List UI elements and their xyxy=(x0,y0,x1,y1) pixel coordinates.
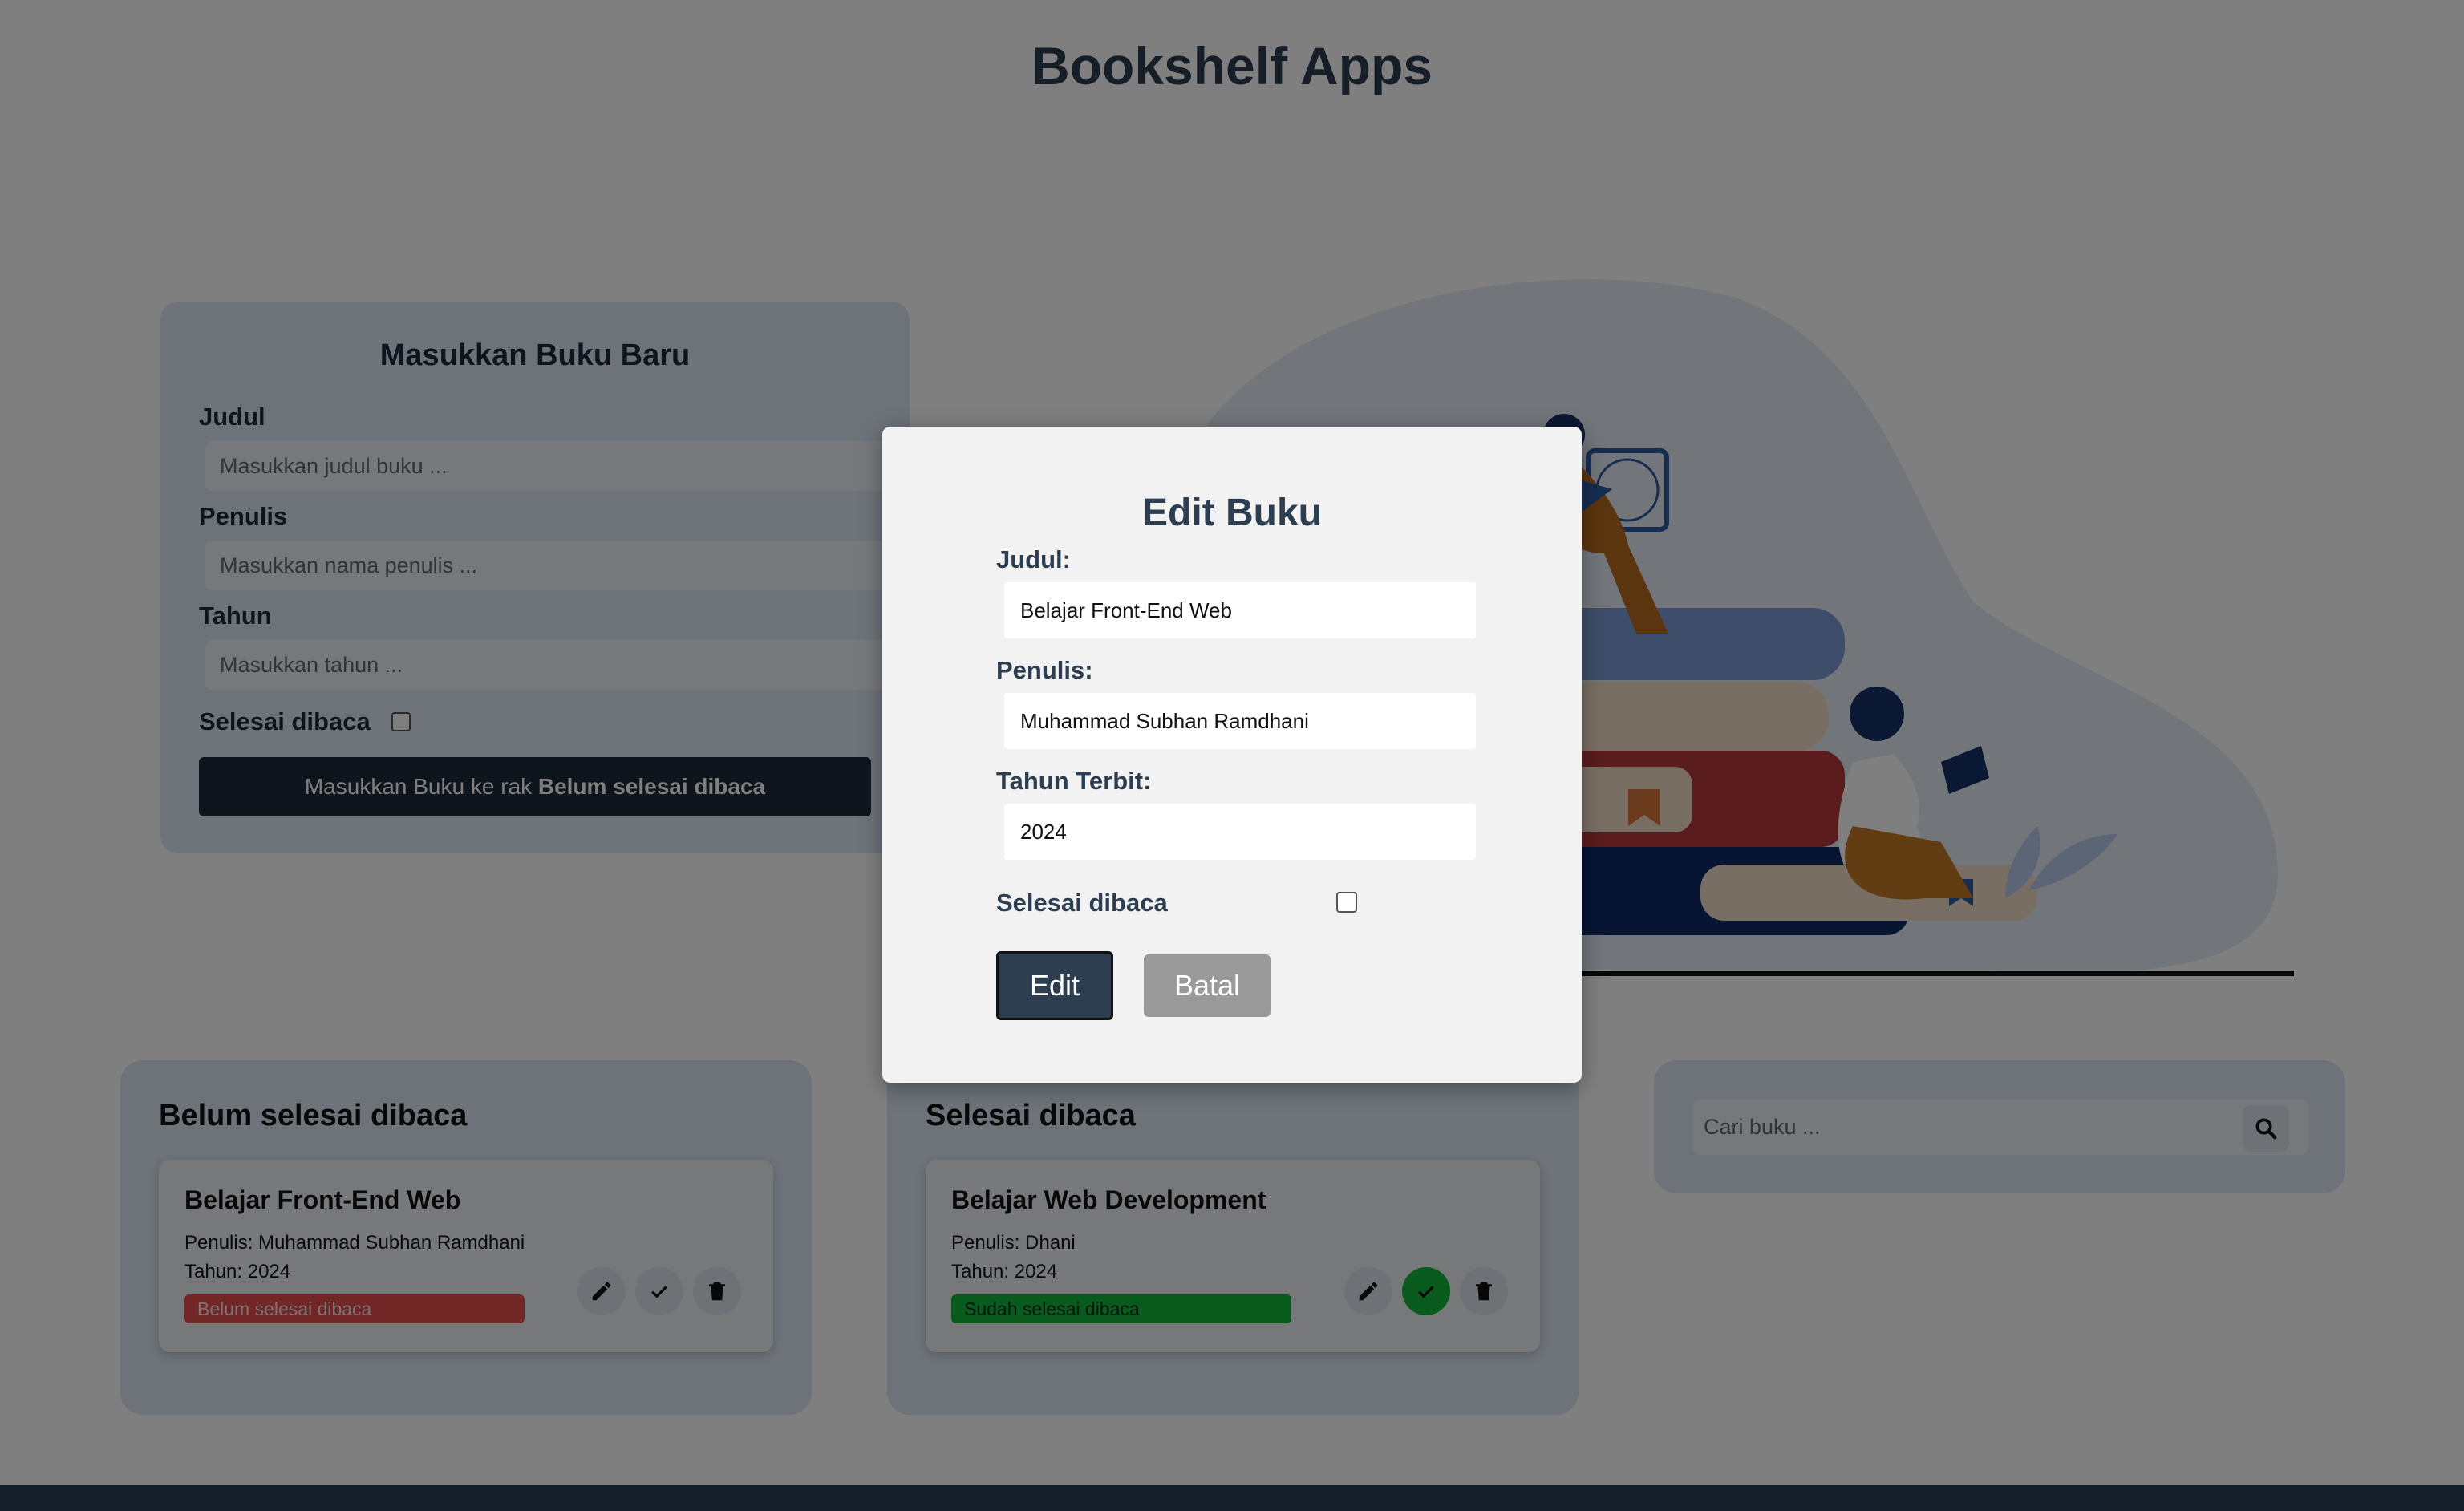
modal-author-input[interactable] xyxy=(1004,693,1476,749)
modal-title-input[interactable] xyxy=(1004,582,1476,638)
edit-book-modal: Edit Buku Judul: Penulis: Tahun Terbit: … xyxy=(882,427,1582,1083)
modal-complete-label: Selesai dibaca xyxy=(996,889,1168,917)
modal-title-label: Judul: xyxy=(996,545,1071,573)
modal-author-label: Penulis: xyxy=(996,656,1093,684)
modal-heading: Edit Buku xyxy=(1142,492,1322,534)
modal-year-label: Tahun Terbit: xyxy=(996,767,1152,795)
modal-year-input[interactable] xyxy=(1004,804,1476,860)
edit-button[interactable]: Edit xyxy=(996,951,1113,1020)
modal-complete-checkbox[interactable] xyxy=(1336,892,1357,913)
cancel-button[interactable]: Batal xyxy=(1144,954,1270,1017)
